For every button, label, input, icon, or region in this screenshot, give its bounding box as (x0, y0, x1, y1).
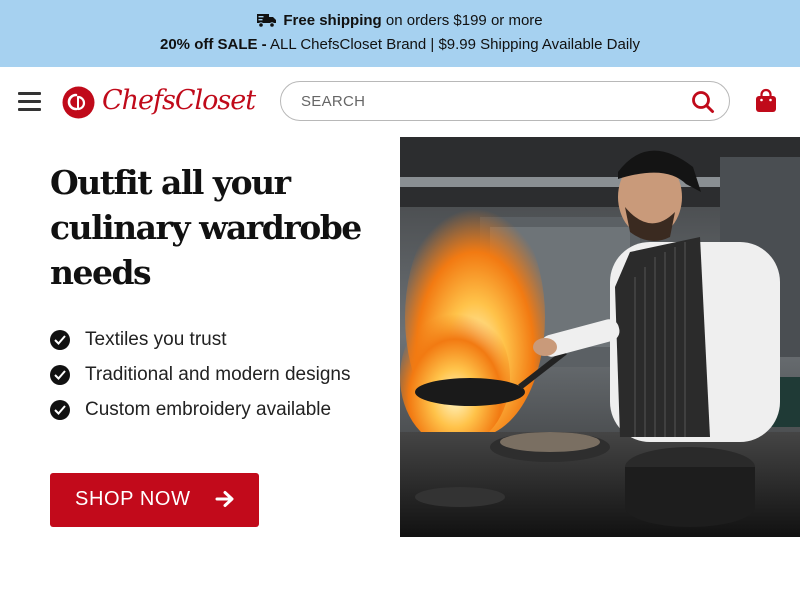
logo-text: ChefsCloset (102, 85, 256, 116)
search-bar (280, 81, 730, 121)
shipping-announcement: Free shipping on orders $199 or more (0, 12, 800, 32)
chefscloset-logo-icon (62, 86, 95, 119)
checkmark-icon (50, 400, 70, 420)
site-logo[interactable]: ChefsCloset (62, 83, 256, 123)
search-input[interactable] (301, 90, 681, 112)
feature-item: Traditional and modern designs (50, 360, 370, 390)
hero-image (400, 137, 800, 537)
shop-now-button[interactable]: SHOP NOW (50, 473, 259, 527)
feature-label: Traditional and modern designs (85, 364, 351, 385)
hero-title: Outfit all your culinary wardrobe needs (50, 163, 362, 292)
feature-list: Textiles you trust Traditional and moder… (50, 325, 370, 430)
search-icon[interactable] (691, 90, 715, 114)
announcement-bar: Free shipping on orders $199 or more 20%… (0, 0, 800, 67)
checkmark-icon (50, 365, 70, 385)
feature-label: Custom embroidery available (85, 399, 332, 420)
shop-now-label: SHOP NOW (75, 488, 191, 510)
feature-item: Custom embroidery available (50, 395, 370, 425)
sale-announcement: 20% off SALE - ALL ChefsCloset Brand | $… (0, 36, 800, 53)
sale-bold-text: 20% off SALE - (160, 36, 267, 53)
shopping-bag-icon[interactable] (755, 88, 777, 113)
menu-icon[interactable] (18, 92, 41, 111)
shipping-text: on orders $199 or more (381, 12, 543, 29)
site-header: ChefsCloset (0, 67, 800, 137)
feature-label: Textiles you trust (85, 329, 227, 350)
arrow-right-icon (215, 491, 234, 507)
shipping-bold-text: Free shipping (283, 12, 382, 29)
sale-text: ALL ChefsCloset Brand | $9.99 Shipping A… (266, 36, 640, 53)
truck-icon (257, 12, 277, 32)
checkmark-icon (50, 330, 70, 350)
feature-item: Textiles you trust (50, 325, 370, 355)
hero-content: Outfit all your culinary wardrobe needs (50, 160, 380, 295)
